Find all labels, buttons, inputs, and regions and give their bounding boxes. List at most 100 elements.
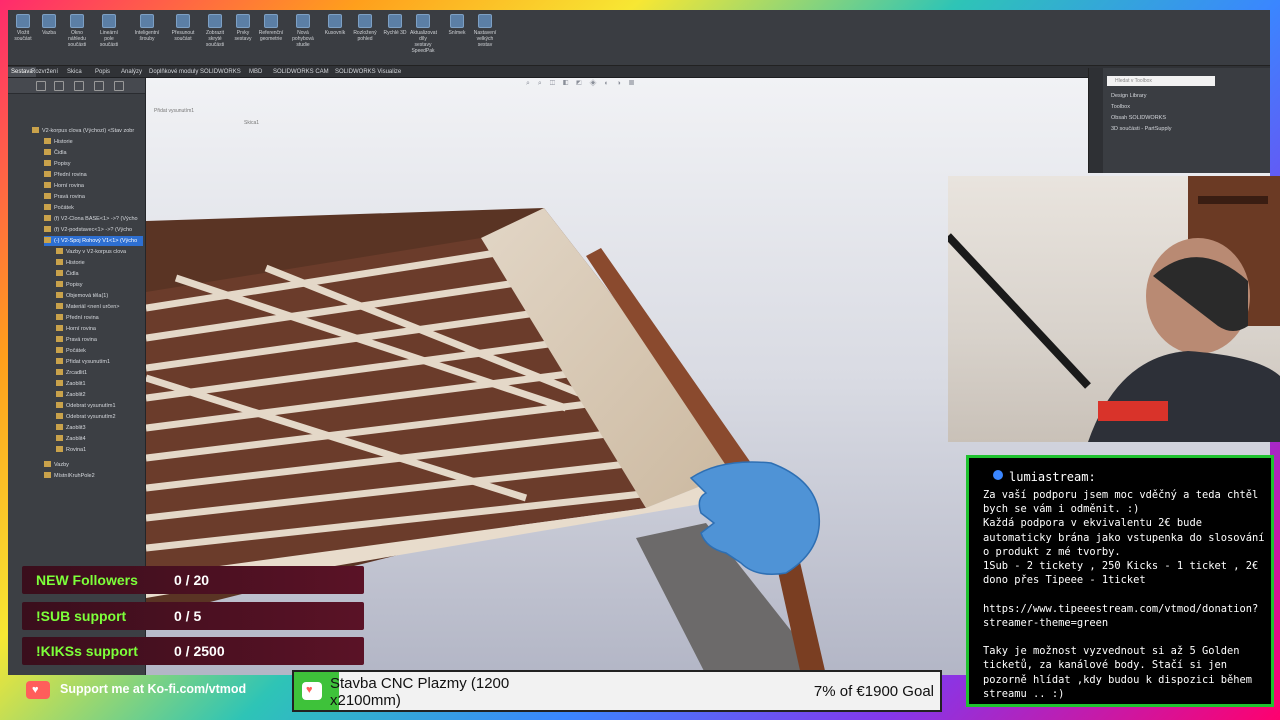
- ribbon-button-14[interactable]: Aktualizovat díly sestavy SpeedPak: [410, 14, 437, 54]
- ribbon-button-3[interactable]: Okno náhledu součásti: [64, 14, 90, 48]
- tree-item[interactable]: Čidla: [56, 269, 79, 279]
- kofi-text: Support me at Ko-fi.com/vtmod: [60, 682, 247, 696]
- command-ribbon: Vložit součást Vazba Okno náhledu součás…: [8, 10, 1270, 66]
- feature-manager-icon[interactable]: [36, 81, 46, 91]
- bom-icon: [328, 14, 342, 28]
- tree-item[interactable]: Přední rovina: [44, 170, 87, 180]
- tab-sketch[interactable]: Skica: [64, 67, 85, 77]
- tree-item[interactable]: Pravá rovina: [56, 335, 97, 345]
- goal-progress-text: 7% of €1900 Goal: [813, 683, 934, 700]
- goal-value: 0 / 2500: [174, 643, 225, 659]
- tree-toolbar: [8, 78, 145, 94]
- move-component-icon: [176, 14, 190, 28]
- tree-item[interactable]: MístníKruhPole2: [44, 471, 95, 481]
- show-hidden-icon: [208, 14, 222, 28]
- task-pane-item[interactable]: 3D součásti - PartSupply: [1111, 126, 1172, 132]
- ribbon-button-15[interactable]: Snímek: [444, 14, 470, 36]
- tree-item[interactable]: Zrcadlit1: [56, 368, 87, 378]
- tree-item[interactable]: Popisy: [44, 159, 71, 169]
- ribbon-button-1[interactable]: Vložit součást: [10, 14, 36, 42]
- task-pane-item[interactable]: Design Library: [1111, 93, 1146, 99]
- tab-mbd[interactable]: MBD: [246, 67, 265, 77]
- ribbon-button-9[interactable]: Referenční geometrie: [258, 14, 284, 42]
- followers-goal: NEW Followers 0 / 20: [22, 566, 364, 594]
- ribbon-button-5[interactable]: Inteligentní šrouby: [134, 14, 160, 42]
- tree-item[interactable]: Pravá rovina: [44, 192, 85, 202]
- kofi-cup-icon: ♥: [302, 682, 322, 700]
- tree-item[interactable]: Historie: [44, 137, 73, 147]
- tree-item[interactable]: Čidla: [44, 148, 67, 158]
- tab-visualize[interactable]: SOLIDWORKS Visualize: [332, 67, 404, 77]
- dim-xpert-icon[interactable]: [94, 81, 104, 91]
- tree-item[interactable]: Přidat vysunutím1: [56, 357, 110, 367]
- task-pane-item[interactable]: Obsah SOLIDWORKS: [1111, 115, 1166, 121]
- ribbon-button-6[interactable]: Přesunout součást: [170, 14, 196, 42]
- tree-item[interactable]: Objemová těla(1): [56, 291, 108, 301]
- exploded-view-icon: [358, 14, 372, 28]
- task-pane-tabs[interactable]: [1089, 68, 1103, 173]
- tree-item[interactable]: Počátek: [44, 203, 74, 213]
- tree-item[interactable]: Popisy: [56, 280, 83, 290]
- tab-evaluate[interactable]: Analýzy: [118, 67, 145, 77]
- tree-item[interactable]: Odebrat vysunutím1: [56, 401, 116, 411]
- tree-item[interactable]: Materiál <není určen>: [56, 302, 120, 312]
- ribbon-button-7[interactable]: Zobrazit skryté součásti: [202, 14, 228, 48]
- ribbon-button-2[interactable]: Vazba: [36, 14, 62, 36]
- chat-username: lumiastream:: [1009, 470, 1096, 484]
- assembly-features-icon: [236, 14, 250, 28]
- ribbon-button-12[interactable]: Rozložený pohled: [352, 14, 378, 42]
- tree-item-selected[interactable]: (-) V2-Spoj Rohový V1<1> (Výcho: [44, 236, 144, 246]
- ribbon-button-11[interactable]: Kusovník: [322, 14, 348, 36]
- tree-item[interactable]: Zaoblit2: [56, 390, 86, 400]
- instant-3d-icon: [388, 14, 402, 28]
- goal-label: !SUB support: [36, 608, 127, 624]
- ribbon-button-10[interactable]: Nová pohybová studie: [290, 14, 316, 48]
- tree-item[interactable]: Počátek: [56, 346, 86, 356]
- linear-pattern-icon: [102, 14, 116, 28]
- tree-item[interactable]: Zaoblit1: [56, 379, 86, 389]
- tree-item[interactable]: Horní rovina: [56, 324, 96, 334]
- tree-item[interactable]: Vazby v V2-korpus clova: [56, 247, 126, 257]
- ribbon-button-4[interactable]: Lineární pole součásti: [96, 14, 122, 48]
- ribbon-button-16[interactable]: Nastavení velkých sestav: [472, 14, 498, 48]
- tab-markup[interactable]: Popis: [92, 67, 113, 77]
- tree-item[interactable]: Odebrat vysunutím2: [56, 412, 116, 422]
- goal-title: Stavba CNC Plazmy (1200 x2100mm): [330, 675, 510, 709]
- speedpak-icon: [416, 14, 430, 28]
- tree-item[interactable]: (f) V2-Clona BASE<1> ->? (Výcho: [44, 214, 138, 224]
- reference-geometry-icon: [264, 14, 278, 28]
- goal-label: NEW Followers: [36, 572, 138, 588]
- toolbox-search-input[interactable]: Hledat v Toolbox: [1107, 76, 1215, 86]
- tree-item[interactable]: Přední rovina: [56, 313, 99, 323]
- tab-layout[interactable]: Rozvržení: [28, 67, 61, 77]
- tree-item[interactable]: (f) V2-podstavec<1> ->? (Výcho: [44, 225, 132, 235]
- tab-cam[interactable]: SOLIDWORKS CAM: [270, 67, 332, 77]
- bot-badge-icon: [993, 470, 1003, 480]
- tree-item[interactable]: Horní rovina: [44, 181, 84, 191]
- command-manager-tabs: Sestava Rozvržení Skica Popis Analýzy Do…: [8, 66, 1270, 78]
- webcam-overlay: [948, 176, 1280, 442]
- tree-item[interactable]: Rovina1: [56, 445, 86, 455]
- motion-study-icon: [296, 14, 310, 28]
- goal-value: 0 / 5: [174, 608, 202, 624]
- tree-item-root[interactable]: V2-korpus clova (Výchozí) <Stav zobr: [32, 126, 134, 136]
- insert-component-icon: [16, 14, 30, 28]
- preview-window-icon: [70, 14, 84, 28]
- tree-item[interactable]: Vazby: [44, 460, 69, 470]
- goal-label: !KIKSs support: [36, 643, 138, 659]
- large-assembly-icon: [478, 14, 492, 28]
- kofi-cup-icon: ♥: [26, 681, 50, 699]
- tree-item[interactable]: Historie: [56, 258, 85, 268]
- snapshot-icon: [450, 14, 464, 28]
- tree-item[interactable]: Zaoblit4: [56, 434, 86, 444]
- tree-item[interactable]: Zaoblit3: [56, 423, 86, 433]
- streamer-webcam-image: [948, 176, 1280, 442]
- display-manager-icon[interactable]: [114, 81, 124, 91]
- ribbon-button-13[interactable]: Rychlé 3D: [382, 14, 408, 36]
- tab-addins[interactable]: Doplňkové moduly SOLIDWORKS: [146, 67, 244, 77]
- ribbon-button-8[interactable]: Prvky sestavy: [230, 14, 256, 42]
- sub-goal: !SUB support 0 / 5: [22, 602, 364, 630]
- config-manager-icon[interactable]: [74, 81, 84, 91]
- property-manager-icon[interactable]: [54, 81, 64, 91]
- task-pane-item[interactable]: Toolbox: [1111, 104, 1130, 110]
